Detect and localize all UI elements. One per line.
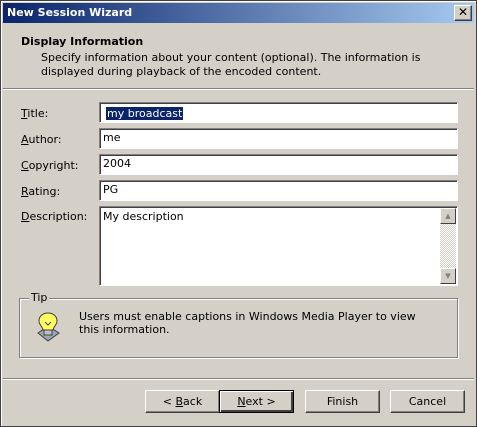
copyright-value: 2004 xyxy=(103,157,131,170)
rating-value: PG xyxy=(103,183,119,196)
author-field[interactable]: me xyxy=(99,128,458,149)
close-button[interactable]: ✕ xyxy=(454,5,472,21)
copyright-label: Copyright: xyxy=(21,159,79,172)
title-label: Title: xyxy=(21,107,49,120)
footer-divider xyxy=(3,378,474,380)
header-divider xyxy=(3,88,474,90)
back-button[interactable]: < Back xyxy=(145,390,220,413)
page-title: Display Information xyxy=(21,35,144,48)
title-bar[interactable]: New Session Wizard ✕ xyxy=(3,3,474,23)
author-value: me xyxy=(103,131,121,144)
tip-text: Users must enable captions in Windows Me… xyxy=(79,310,416,336)
description-scrollbar[interactable]: ▲ ▼ xyxy=(440,208,456,284)
author-label: Author: xyxy=(21,133,62,146)
tip-label: Tip xyxy=(29,291,50,304)
scroll-down-button[interactable]: ▼ xyxy=(440,268,456,284)
description-value: My description xyxy=(103,210,184,223)
description-field[interactable]: My description ▲ ▼ xyxy=(99,206,458,286)
wizard-window: New Session Wizard ✕ Display Information… xyxy=(0,0,477,427)
close-icon: ✕ xyxy=(457,5,469,19)
cancel-button[interactable]: Cancel xyxy=(390,390,465,413)
title-field[interactable]: my broadcast xyxy=(99,102,458,123)
lightbulb-tip-icon xyxy=(37,312,60,342)
scroll-up-button[interactable]: ▲ xyxy=(440,208,456,224)
copyright-field[interactable]: 2004 xyxy=(99,154,458,175)
scroll-up-icon: ▲ xyxy=(445,212,451,220)
rating-label: Rating: xyxy=(21,185,61,198)
title-value: my broadcast xyxy=(106,107,184,120)
window-title: New Session Wizard xyxy=(7,6,133,19)
finish-button[interactable]: Finish xyxy=(305,390,380,413)
next-button[interactable]: Next > xyxy=(219,390,294,413)
description-label: Description: xyxy=(21,210,88,223)
wizard-header: Display Information Specify information … xyxy=(3,23,474,85)
page-description: Specify information about your content (… xyxy=(41,51,421,78)
rating-field[interactable]: PG xyxy=(99,180,458,201)
scroll-down-icon: ▼ xyxy=(445,272,451,280)
